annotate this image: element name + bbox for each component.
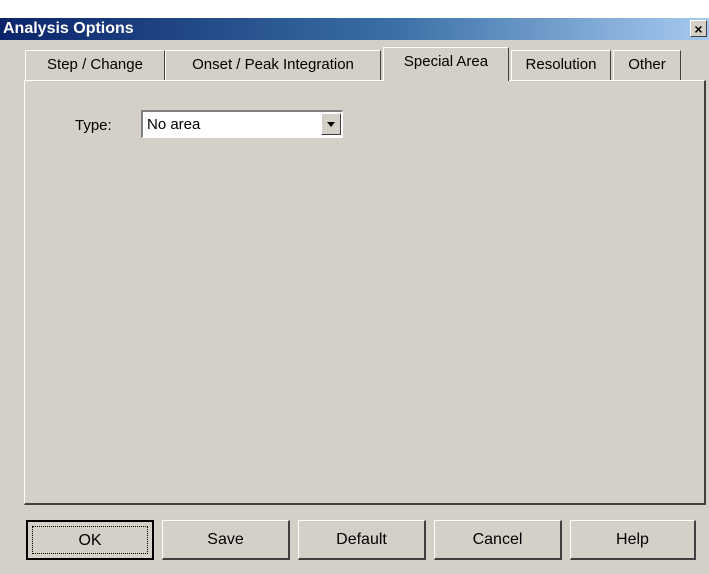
tab-other[interactable]: Other <box>613 50 681 80</box>
cancel-button[interactable]: Cancel <box>434 520 562 560</box>
special-area-panel: Type: No area <box>24 80 706 505</box>
default-button[interactable]: Default <box>298 520 426 560</box>
ok-button-label: OK <box>32 526 148 554</box>
window-title: Analysis Options <box>3 20 134 37</box>
ok-button[interactable]: OK <box>26 520 154 560</box>
help-button[interactable]: Help <box>570 520 696 560</box>
close-icon[interactable]: × <box>690 20 707 37</box>
button-bar: OK Save Default Cancel Help <box>0 520 709 564</box>
tab-onset-peak-integration[interactable]: Onset / Peak Integration <box>165 50 381 80</box>
tab-special-area[interactable]: Special Area <box>383 47 509 81</box>
tab-step-change[interactable]: Step / Change <box>25 50 165 80</box>
type-select-value: No area <box>147 116 201 133</box>
type-label: Type: <box>75 117 112 134</box>
save-button[interactable]: Save <box>162 520 290 560</box>
tab-resolution[interactable]: Resolution <box>511 50 611 80</box>
type-select[interactable]: No area <box>141 110 343 138</box>
chevron-down-icon[interactable] <box>321 113 341 135</box>
title-bar: Analysis Options × <box>0 0 709 40</box>
